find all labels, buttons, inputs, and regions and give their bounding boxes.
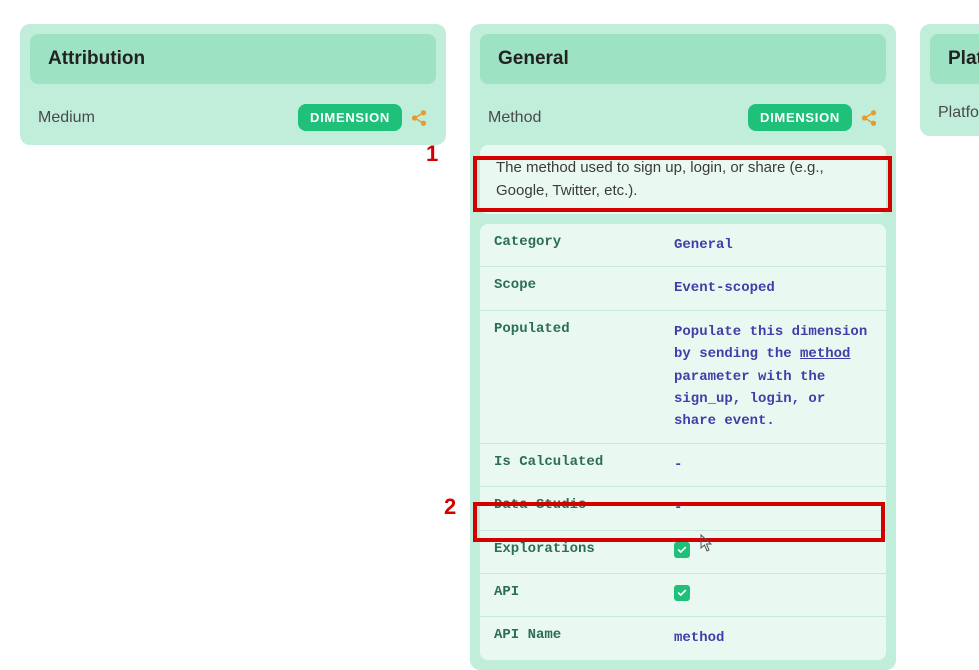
dt-value: - xyxy=(674,497,872,519)
card-header-attribution: Attribution xyxy=(30,34,436,84)
row-api: API xyxy=(480,574,886,617)
card-row-attribution-medium[interactable]: Medium DIMENSION xyxy=(30,94,436,135)
row-label: Medium xyxy=(38,109,95,127)
dt-value: Populate this dimension by sending the m… xyxy=(674,321,872,433)
row-label: Method xyxy=(488,109,541,127)
card-general: General Method DIMENSION The method used… xyxy=(470,24,896,670)
dt-value: - xyxy=(674,454,872,476)
row-category: Category General xyxy=(480,224,886,267)
method-description: The method used to sign up, login, or sh… xyxy=(480,145,886,214)
share-icon[interactable] xyxy=(860,109,878,127)
check-icon xyxy=(674,542,690,558)
row-apiname: API Name method xyxy=(480,617,886,659)
row-datastudio: Data Studio - xyxy=(480,487,886,530)
dimension-badge: DIMENSION xyxy=(298,104,402,131)
dt-label: Scope xyxy=(494,277,674,293)
dt-label: API Name xyxy=(494,627,674,643)
card-row-platform[interactable]: Platfor xyxy=(930,94,979,126)
dt-label: Explorations xyxy=(494,541,674,557)
populated-keyword: method xyxy=(800,346,850,362)
dt-label: Is Calculated xyxy=(494,454,674,470)
card-attribution: Attribution Medium DIMENSION xyxy=(20,24,446,145)
card-title: Attribution xyxy=(48,48,418,70)
card-header-platform: Plat xyxy=(930,34,979,84)
row-populated: Populated Populate this dimension by sen… xyxy=(480,311,886,444)
card-title: General xyxy=(498,48,868,70)
check-icon xyxy=(674,585,690,601)
dt-label: API xyxy=(494,584,674,600)
dt-label: Data Studio xyxy=(494,497,674,513)
share-icon[interactable] xyxy=(410,109,428,127)
dt-value: method xyxy=(674,627,872,649)
row-iscalculated: Is Calculated - xyxy=(480,444,886,487)
dt-label: Category xyxy=(494,234,674,250)
dt-value: General xyxy=(674,234,872,256)
dt-value xyxy=(674,584,872,606)
populated-suffix: parameter with the sign_up, login, or sh… xyxy=(674,369,825,430)
row-right: DIMENSION xyxy=(748,104,878,131)
card-platform: Plat Platfor xyxy=(920,24,979,136)
dt-value xyxy=(674,541,872,563)
detail-table: Category General Scope Event-scoped Popu… xyxy=(480,224,886,660)
row-right: DIMENSION xyxy=(298,104,428,131)
dt-value: Event-scoped xyxy=(674,277,872,299)
row-scope: Scope Event-scoped xyxy=(480,267,886,310)
card-title: Plat xyxy=(948,48,979,70)
card-row-general-method[interactable]: Method DIMENSION xyxy=(480,94,886,135)
dt-label: Populated xyxy=(494,321,674,337)
card-header-general: General xyxy=(480,34,886,84)
dimension-badge: DIMENSION xyxy=(748,104,852,131)
cards-row: Attribution Medium DIMENSION Ge xyxy=(0,0,979,670)
row-explorations: Explorations xyxy=(480,531,886,574)
row-label: Platfor xyxy=(938,104,979,122)
